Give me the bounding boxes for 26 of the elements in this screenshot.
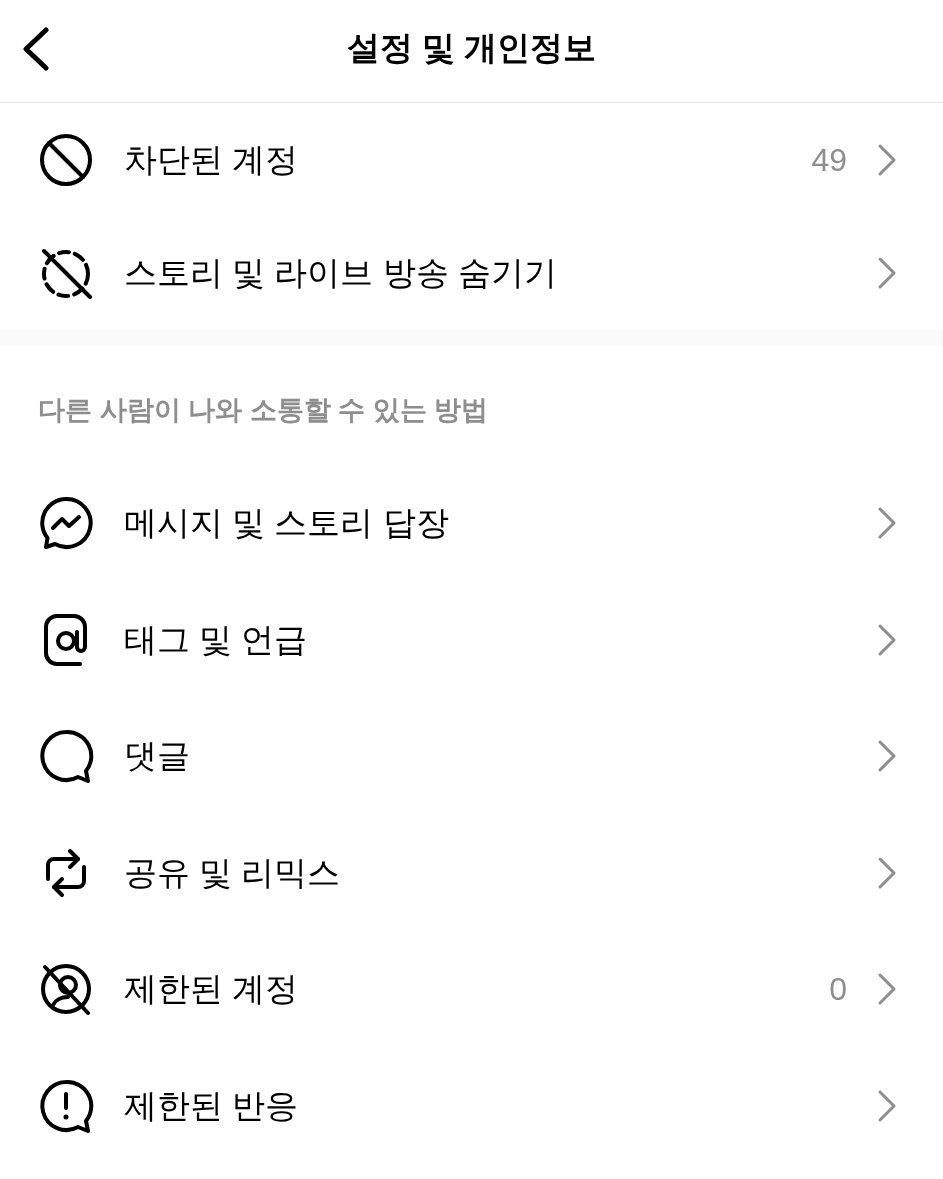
settings-row[interactable]: 제한된 계정 0 — [0, 931, 943, 1048]
section-heading: 다른 사람이 나와 소통할 수 있는 방법 — [38, 395, 488, 425]
speech-bubble-icon — [38, 728, 94, 785]
item-count: 0 — [829, 970, 847, 1010]
chevron-right-icon — [877, 972, 897, 1007]
settings-row[interactable]: 공유 및 리믹스 — [0, 814, 943, 931]
settings-row[interactable]: 제한된 반응 — [0, 1047, 943, 1164]
settings-row[interactable]: 스토리 및 라이브 방송 숨기기 — [0, 216, 943, 329]
settings-row[interactable]: 메시지 및 스토리 답장 — [0, 465, 943, 582]
chevron-right-icon — [877, 142, 897, 177]
item-count: 49 — [811, 140, 847, 180]
chevron-right-icon — [877, 506, 897, 541]
page-title: 설정 및 개인정보 — [346, 28, 597, 68]
chevron-right-icon — [877, 622, 897, 657]
settings-row[interactable]: 댓글 — [0, 698, 943, 815]
chevron-right-icon — [877, 1088, 897, 1123]
chevron-right-icon — [877, 255, 897, 290]
settings-row[interactable]: 차단된 계정 49 — [0, 103, 943, 216]
settings-row[interactable]: 태그 및 언급 — [0, 581, 943, 698]
exclamation-bubble-icon — [38, 1077, 94, 1134]
chevron-right-icon — [877, 739, 897, 774]
chevron-right-icon — [877, 855, 897, 890]
person-circle-slash-icon — [38, 961, 94, 1018]
prohibited-icon — [38, 131, 94, 188]
chevron-left-icon — [20, 27, 50, 71]
chat-bubble-zigzag-icon — [38, 495, 94, 552]
